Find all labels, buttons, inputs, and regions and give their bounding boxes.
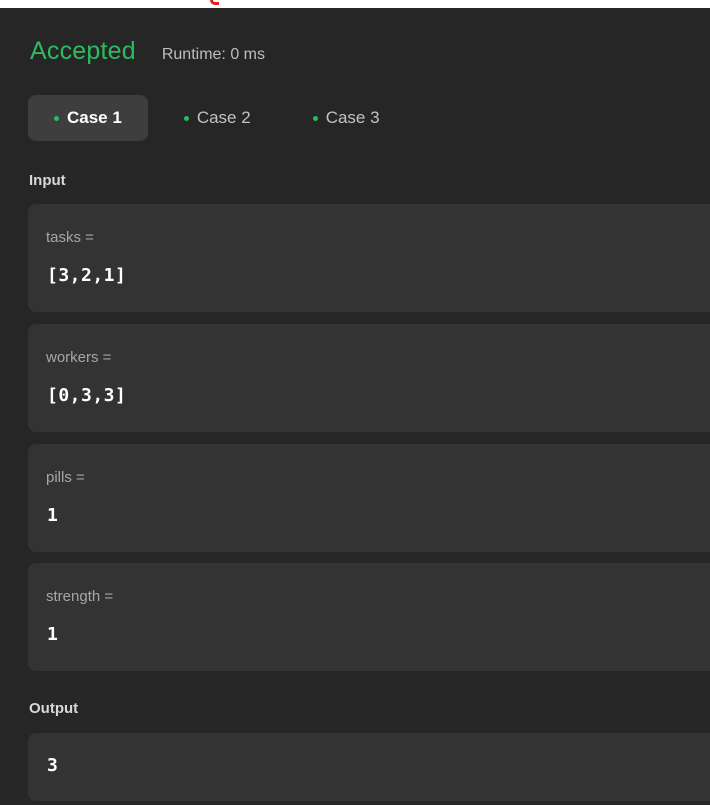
tab-label: Case 3 — [325, 108, 380, 127]
passed-dot-icon — [312, 115, 318, 121]
input-field-strength: strength = 1 — [28, 563, 710, 671]
result-status: Accepted — [30, 37, 136, 65]
tab-label: Case 2 — [196, 108, 251, 127]
field-name: tasks = — [46, 229, 94, 246]
case-tabs: Case 1 Case 2 Case 3 — [28, 95, 416, 141]
annotation-mark — [210, 0, 219, 5]
field-name: pills = — [46, 469, 85, 486]
input-field-workers: workers = [0,3,3] — [28, 324, 710, 432]
result-panel: Accepted Runtime: 0 ms Case 1 Case 2 Cas… — [0, 8, 710, 805]
field-name: strength = — [46, 588, 114, 605]
input-heading: Input — [29, 172, 66, 189]
tab-case-3[interactable]: Case 3 — [287, 95, 406, 141]
tab-case-2[interactable]: Case 2 — [158, 95, 277, 141]
field-value: 1 — [47, 624, 59, 645]
field-value: 1 — [47, 505, 59, 526]
output-value: 3 — [47, 755, 58, 776]
field-value: [3,2,1] — [47, 265, 127, 286]
input-field-pills: pills = 1 — [28, 444, 710, 552]
output-heading: Output — [29, 700, 79, 717]
output-field: 3 — [28, 733, 710, 801]
tab-case-1[interactable]: Case 1 — [28, 95, 148, 141]
passed-dot-icon — [54, 115, 59, 121]
input-field-tasks: tasks = [3,2,1] — [28, 204, 710, 312]
status-row: Accepted Runtime: 0 ms — [30, 37, 265, 66]
runtime-label: Runtime: 0 ms — [161, 46, 265, 63]
field-value: [0,3,3] — [47, 385, 127, 406]
top-strip — [0, 0, 710, 8]
passed-dot-icon — [183, 115, 189, 121]
tab-label: Case 1 — [67, 108, 122, 127]
field-name: workers = — [46, 349, 112, 366]
